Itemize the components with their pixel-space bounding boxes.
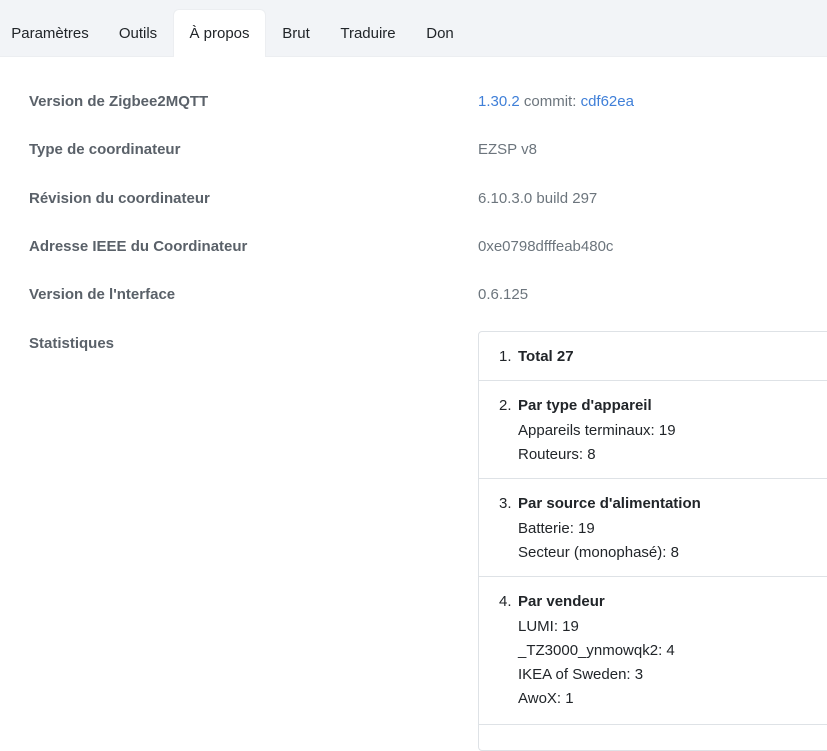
coordinator-type-value: EZSP v8	[478, 141, 537, 158]
stat-line: Secteur (monophasé): 8	[518, 544, 679, 561]
stat-line: AwoX: 1	[518, 690, 574, 707]
commit-link[interactable]: cdf62ea	[581, 93, 634, 110]
tab-donate[interactable]: Don	[410, 9, 470, 57]
interface-version-label: Version de l'nterface	[29, 286, 176, 303]
statistics-list: 1. Total 27 2. Par type d'appareil Appar…	[478, 331, 827, 751]
stat-by-vendor: 4. Par vendeur LUMI: 19 _TZ3000_ynmowqk2…	[479, 577, 827, 725]
tab-about[interactable]: À propos	[173, 9, 266, 57]
stat-number: 4.	[499, 593, 512, 610]
zigbee2mqtt-version-value: 1.30.2 commit: cdf62ea	[478, 93, 634, 110]
stat-title: Par type d'appareil	[518, 397, 652, 414]
stat-number: 1.	[499, 348, 512, 365]
stat-number: 2.	[499, 397, 512, 414]
stat-total: 1. Total 27	[479, 332, 827, 381]
coordinator-revision-value: 6.10.3.0 build 297	[478, 190, 598, 207]
stat-line: _TZ3000_ynmowqk2: 4	[518, 642, 675, 659]
stat-line: IKEA of Sweden: 3	[518, 666, 644, 683]
tab-settings[interactable]: Paramètres	[0, 9, 100, 57]
stat-title: Total 27	[518, 348, 574, 365]
stat-line: Batterie: 19	[518, 520, 595, 537]
zigbee2mqtt-version-label: Version de Zigbee2MQTT	[29, 93, 209, 110]
statistics-label: Statistiques	[29, 335, 115, 352]
stat-line: Routeurs: 8	[518, 446, 596, 463]
tab-raw[interactable]: Brut	[266, 9, 326, 57]
coordinator-ieee-value: 0xe0798dfffeab480c	[478, 238, 614, 255]
commit-label: commit:	[523, 93, 577, 110]
stat-by-power-source: 3. Par source d'alimentation Batterie: 1…	[479, 479, 827, 577]
stat-number: 3.	[499, 495, 512, 512]
tab-translate[interactable]: Traduire	[326, 9, 410, 57]
coordinator-ieee-label: Adresse IEEE du Coordinateur	[29, 238, 248, 255]
stat-by-device-type: 2. Par type d'appareil Appareils termina…	[479, 381, 827, 479]
tab-bar: Paramètres Outils À propos Brut Traduire…	[0, 0, 827, 57]
coordinator-type-label: Type de coordinateur	[29, 141, 181, 158]
interface-version-value: 0.6.125	[478, 286, 529, 303]
version-link[interactable]: 1.30.2	[478, 93, 520, 110]
stat-line: Appareils terminaux: 19	[518, 422, 676, 439]
stat-title: Par source d'alimentation	[518, 495, 701, 512]
tab-tools[interactable]: Outils	[103, 9, 173, 57]
coordinator-revision-label: Révision du coordinateur	[29, 190, 210, 207]
stat-title: Par vendeur	[518, 593, 605, 610]
stat-line: LUMI: 19	[518, 618, 579, 635]
